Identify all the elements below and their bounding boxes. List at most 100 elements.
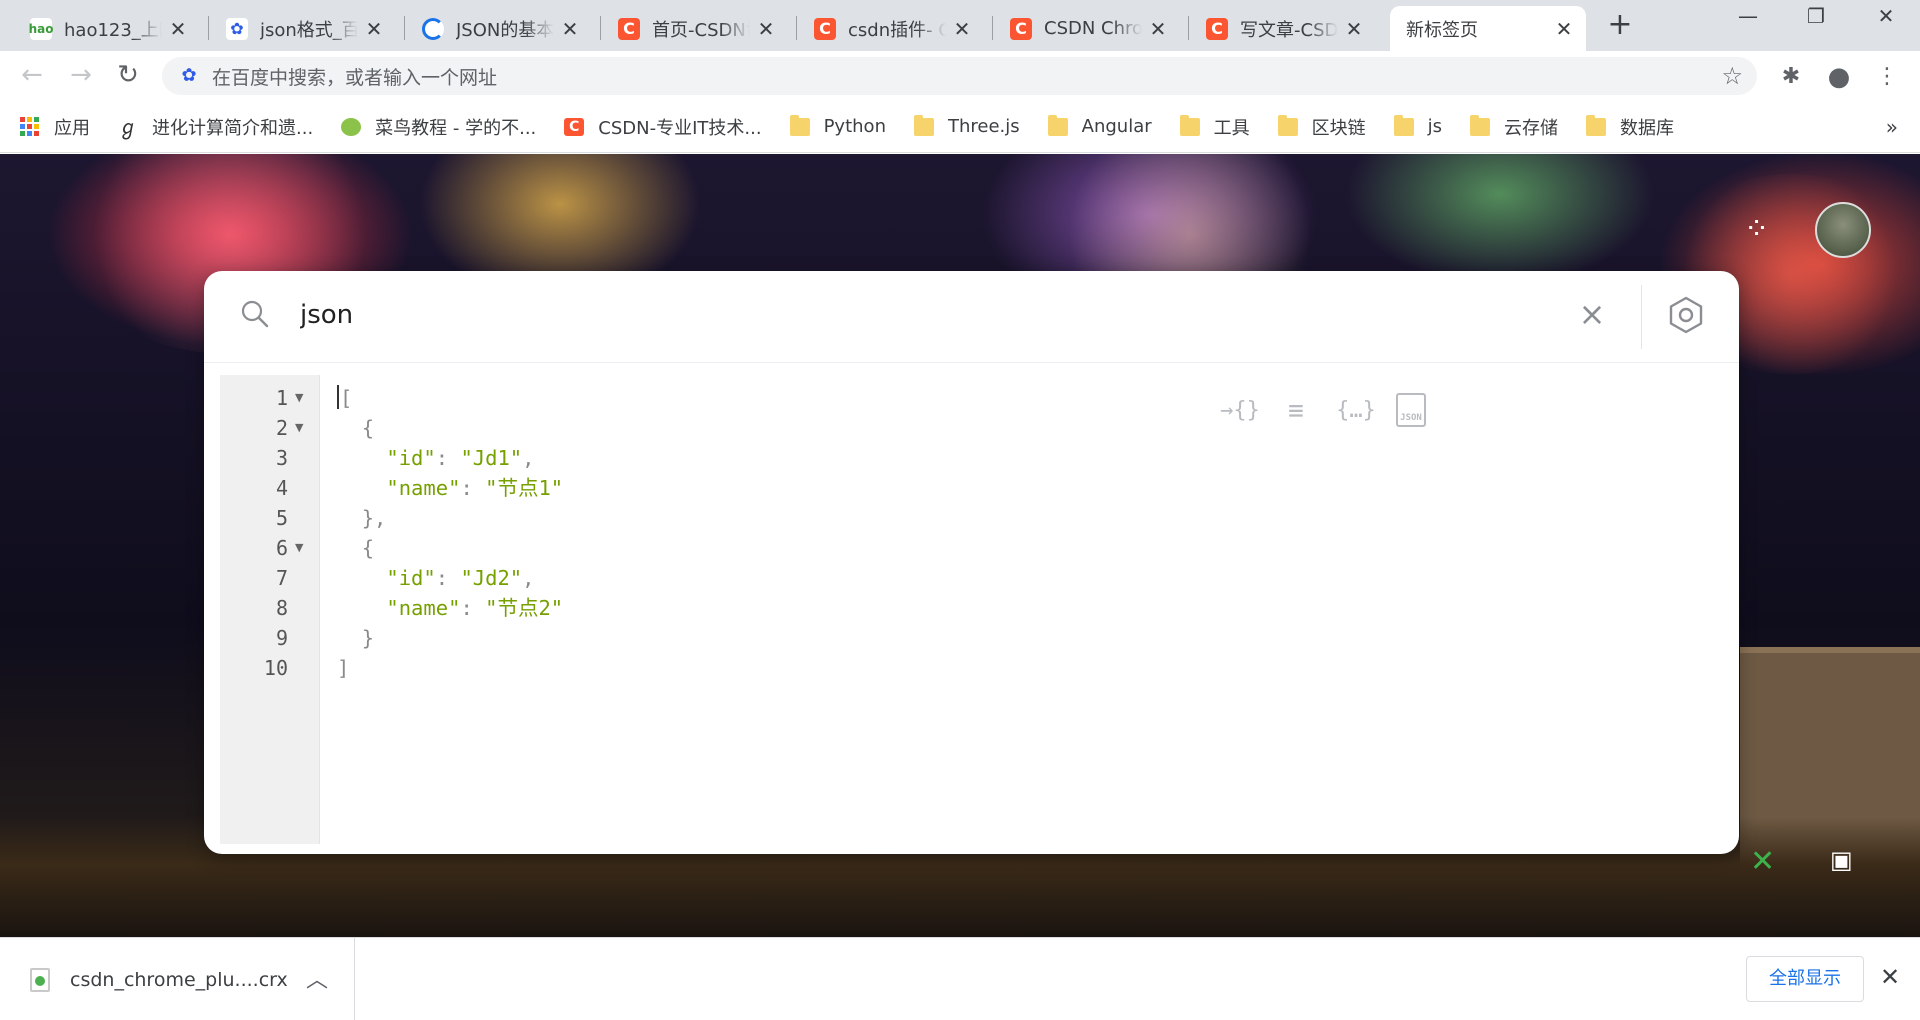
json-punctuation: { (361, 536, 375, 560)
code-line: [ (337, 383, 352, 413)
tab-hao123[interactable]: hao hao123_上网 ✕ (18, 6, 200, 51)
download-item[interactable]: csdn_chrome_plu....crx ︿ (0, 938, 355, 1020)
bookmarks-overflow-icon[interactable]: » (1886, 115, 1898, 139)
json-token: "节点2" (485, 596, 564, 620)
text-view-icon[interactable]: ≡ (1276, 393, 1316, 429)
bookmark-label: 云存储 (1504, 117, 1559, 139)
bookmark-folder-angular[interactable]: Angular (1047, 114, 1152, 137)
back-arrow-icon[interactable]: ← (17, 61, 47, 91)
account-icon[interactable]: ● (1825, 63, 1853, 91)
fold-arrow-icon[interactable]: ▼ (295, 421, 303, 434)
clear-icon[interactable]: × (1574, 297, 1610, 333)
bookmark-label: Angular (1081, 116, 1152, 137)
folder-icon (1277, 114, 1298, 136)
wallpaper-image-icon[interactable]: ▣ (1830, 846, 1853, 874)
forward-arrow-icon[interactable]: → (66, 61, 96, 91)
reload-icon[interactable]: ↻ (113, 61, 143, 91)
json-punctuation: : (435, 566, 461, 590)
bookmark-folder-js[interactable]: js (1393, 114, 1443, 137)
json-punctuation: : (460, 476, 486, 500)
json-file-icon[interactable]: JSON (1396, 393, 1426, 427)
json-punctuation: [ (340, 386, 353, 410)
star-icon[interactable]: ☆ (1721, 62, 1743, 90)
search-input[interactable] (300, 295, 1400, 335)
baidu-icon: ✿ (226, 17, 248, 40)
bookmark-folder-threejs[interactable]: Three.js (913, 114, 1020, 137)
json-token: "Jd2" (460, 566, 523, 590)
address-bar[interactable]: ✿ 在百度中搜索，或者输入一个网址 ☆ (162, 57, 1757, 95)
line-number: 4 (275, 476, 288, 500)
bookmark-folder-tools[interactable]: 工具 (1179, 114, 1250, 140)
code-line: "id": "Jd1", (337, 443, 534, 473)
json-editor[interactable]: 1 ▼ 2 ▼ 3 4 5 6 ▼ 7 8 9 10 [ { "id": "Jd1", "name": … (220, 375, 1723, 844)
apps-grid-icon[interactable]: ⁘ (1744, 212, 1769, 247)
bookmark-folder-database[interactable]: 数据库 (1586, 114, 1674, 140)
loading-icon (422, 17, 444, 40)
tab-csdn-home[interactable]: C 首页-CSDN博 ✕ (606, 6, 788, 51)
bookmark-label: Python (823, 116, 886, 137)
chevron-up-icon[interactable]: ︿ (306, 962, 328, 994)
menu-icon[interactable]: ⋮ (1873, 63, 1901, 91)
bookmark-csdn[interactable]: C CSDN-专业IT技术... (564, 114, 762, 140)
format-json-icon[interactable]: {…} (1336, 393, 1376, 429)
tab-close-icon[interactable]: ✕ (756, 17, 776, 41)
code-line: }, (337, 503, 387, 533)
tab-close-icon[interactable]: ✕ (952, 17, 972, 41)
text-caret (337, 385, 339, 409)
folder-icon (1470, 114, 1491, 136)
tab-close-icon[interactable]: ✕ (560, 17, 580, 41)
code-line: { (337, 413, 374, 443)
tab-close-icon[interactable]: ✕ (1148, 17, 1168, 41)
fold-arrow-icon[interactable]: ▼ (295, 391, 303, 404)
tab-close-icon[interactable]: ✕ (168, 17, 188, 41)
tab-title: 新标签页 (1406, 19, 1478, 41)
bookmark-apps[interactable]: 应用 (20, 114, 90, 140)
csdn-icon: C (1206, 17, 1228, 40)
new-tab-button[interactable]: + (1604, 10, 1636, 42)
tab-csdn-chrome[interactable]: C CSDN Chro ✕ (998, 6, 1180, 51)
tab-title: 写文章-CSDN (1240, 19, 1338, 41)
code-line: "name": "节点1" (337, 473, 563, 503)
runoob-icon (341, 117, 362, 136)
tab-close-icon[interactable]: ✕ (364, 17, 384, 41)
close-icon[interactable]: ✕ (1880, 963, 1900, 991)
code-line: ] (337, 653, 349, 683)
minimize-icon[interactable]: — (1718, 4, 1778, 28)
bookmark-label: js (1427, 116, 1443, 137)
tab-strip: hao hao123_上网 ✕ ✿ json格式_百度 ✕ JSON的基本 ✕ … (0, 0, 1920, 51)
json-token: "id" (386, 566, 436, 590)
bookmark-label: 数据库 (1620, 117, 1675, 139)
extensions-icon[interactable]: ✱ (1777, 63, 1805, 91)
line-number: 2 (275, 416, 288, 440)
tab-new-tab[interactable]: 新标签页 ✕ (1390, 6, 1586, 51)
tab-close-icon[interactable]: ✕ (1344, 17, 1364, 41)
fold-arrow-icon[interactable]: ▼ (295, 541, 303, 554)
bookmark-folder-blockchain[interactable]: 区块链 (1277, 114, 1366, 140)
compress-json-icon[interactable]: →{} (1220, 393, 1260, 429)
bookmark-evolution[interactable]: ℊ 进化计算简介和遗... (118, 114, 313, 140)
show-all-button[interactable]: 全部显示 (1746, 956, 1864, 1002)
bookmark-runoob[interactable]: 菜鸟教程 - 学的不... (341, 114, 536, 140)
settings-hexagon-icon[interactable] (1666, 295, 1706, 335)
close-window-icon[interactable]: ✕ (1856, 4, 1916, 28)
restore-icon[interactable]: ❐ (1786, 4, 1846, 28)
bookmark-folder-python[interactable]: Python (789, 114, 886, 137)
hao123-icon: hao (29, 17, 53, 40)
tab-json-basics[interactable]: JSON的基本 ✕ (410, 6, 592, 51)
code-line: } (337, 623, 374, 653)
tab-baidu[interactable]: ✿ json格式_百度 ✕ (214, 6, 396, 51)
baidu-icon: ✿ (181, 65, 197, 86)
line-number: 3 (275, 446, 288, 470)
folder-icon (1179, 114, 1200, 136)
bookmark-label: Three.js (947, 116, 1020, 137)
tab-close-icon[interactable]: ✕ (1554, 17, 1574, 41)
app-logo-icon[interactable]: ✕ (1750, 844, 1775, 879)
folder-icon (789, 114, 810, 136)
folder-icon (1393, 114, 1414, 136)
line-gutter: 1 ▼ 2 ▼ 3 4 5 6 ▼ 7 8 9 10 (220, 375, 320, 844)
avatar[interactable] (1815, 202, 1871, 258)
tab-title: 首页-CSDN博 (652, 19, 750, 41)
bookmark-folder-cloud[interactable]: 云存储 (1470, 114, 1558, 140)
tab-csdn-plugin[interactable]: C csdn插件- C ✕ (802, 6, 984, 51)
tab-csdn-write[interactable]: C 写文章-CSDN ✕ (1194, 6, 1376, 51)
